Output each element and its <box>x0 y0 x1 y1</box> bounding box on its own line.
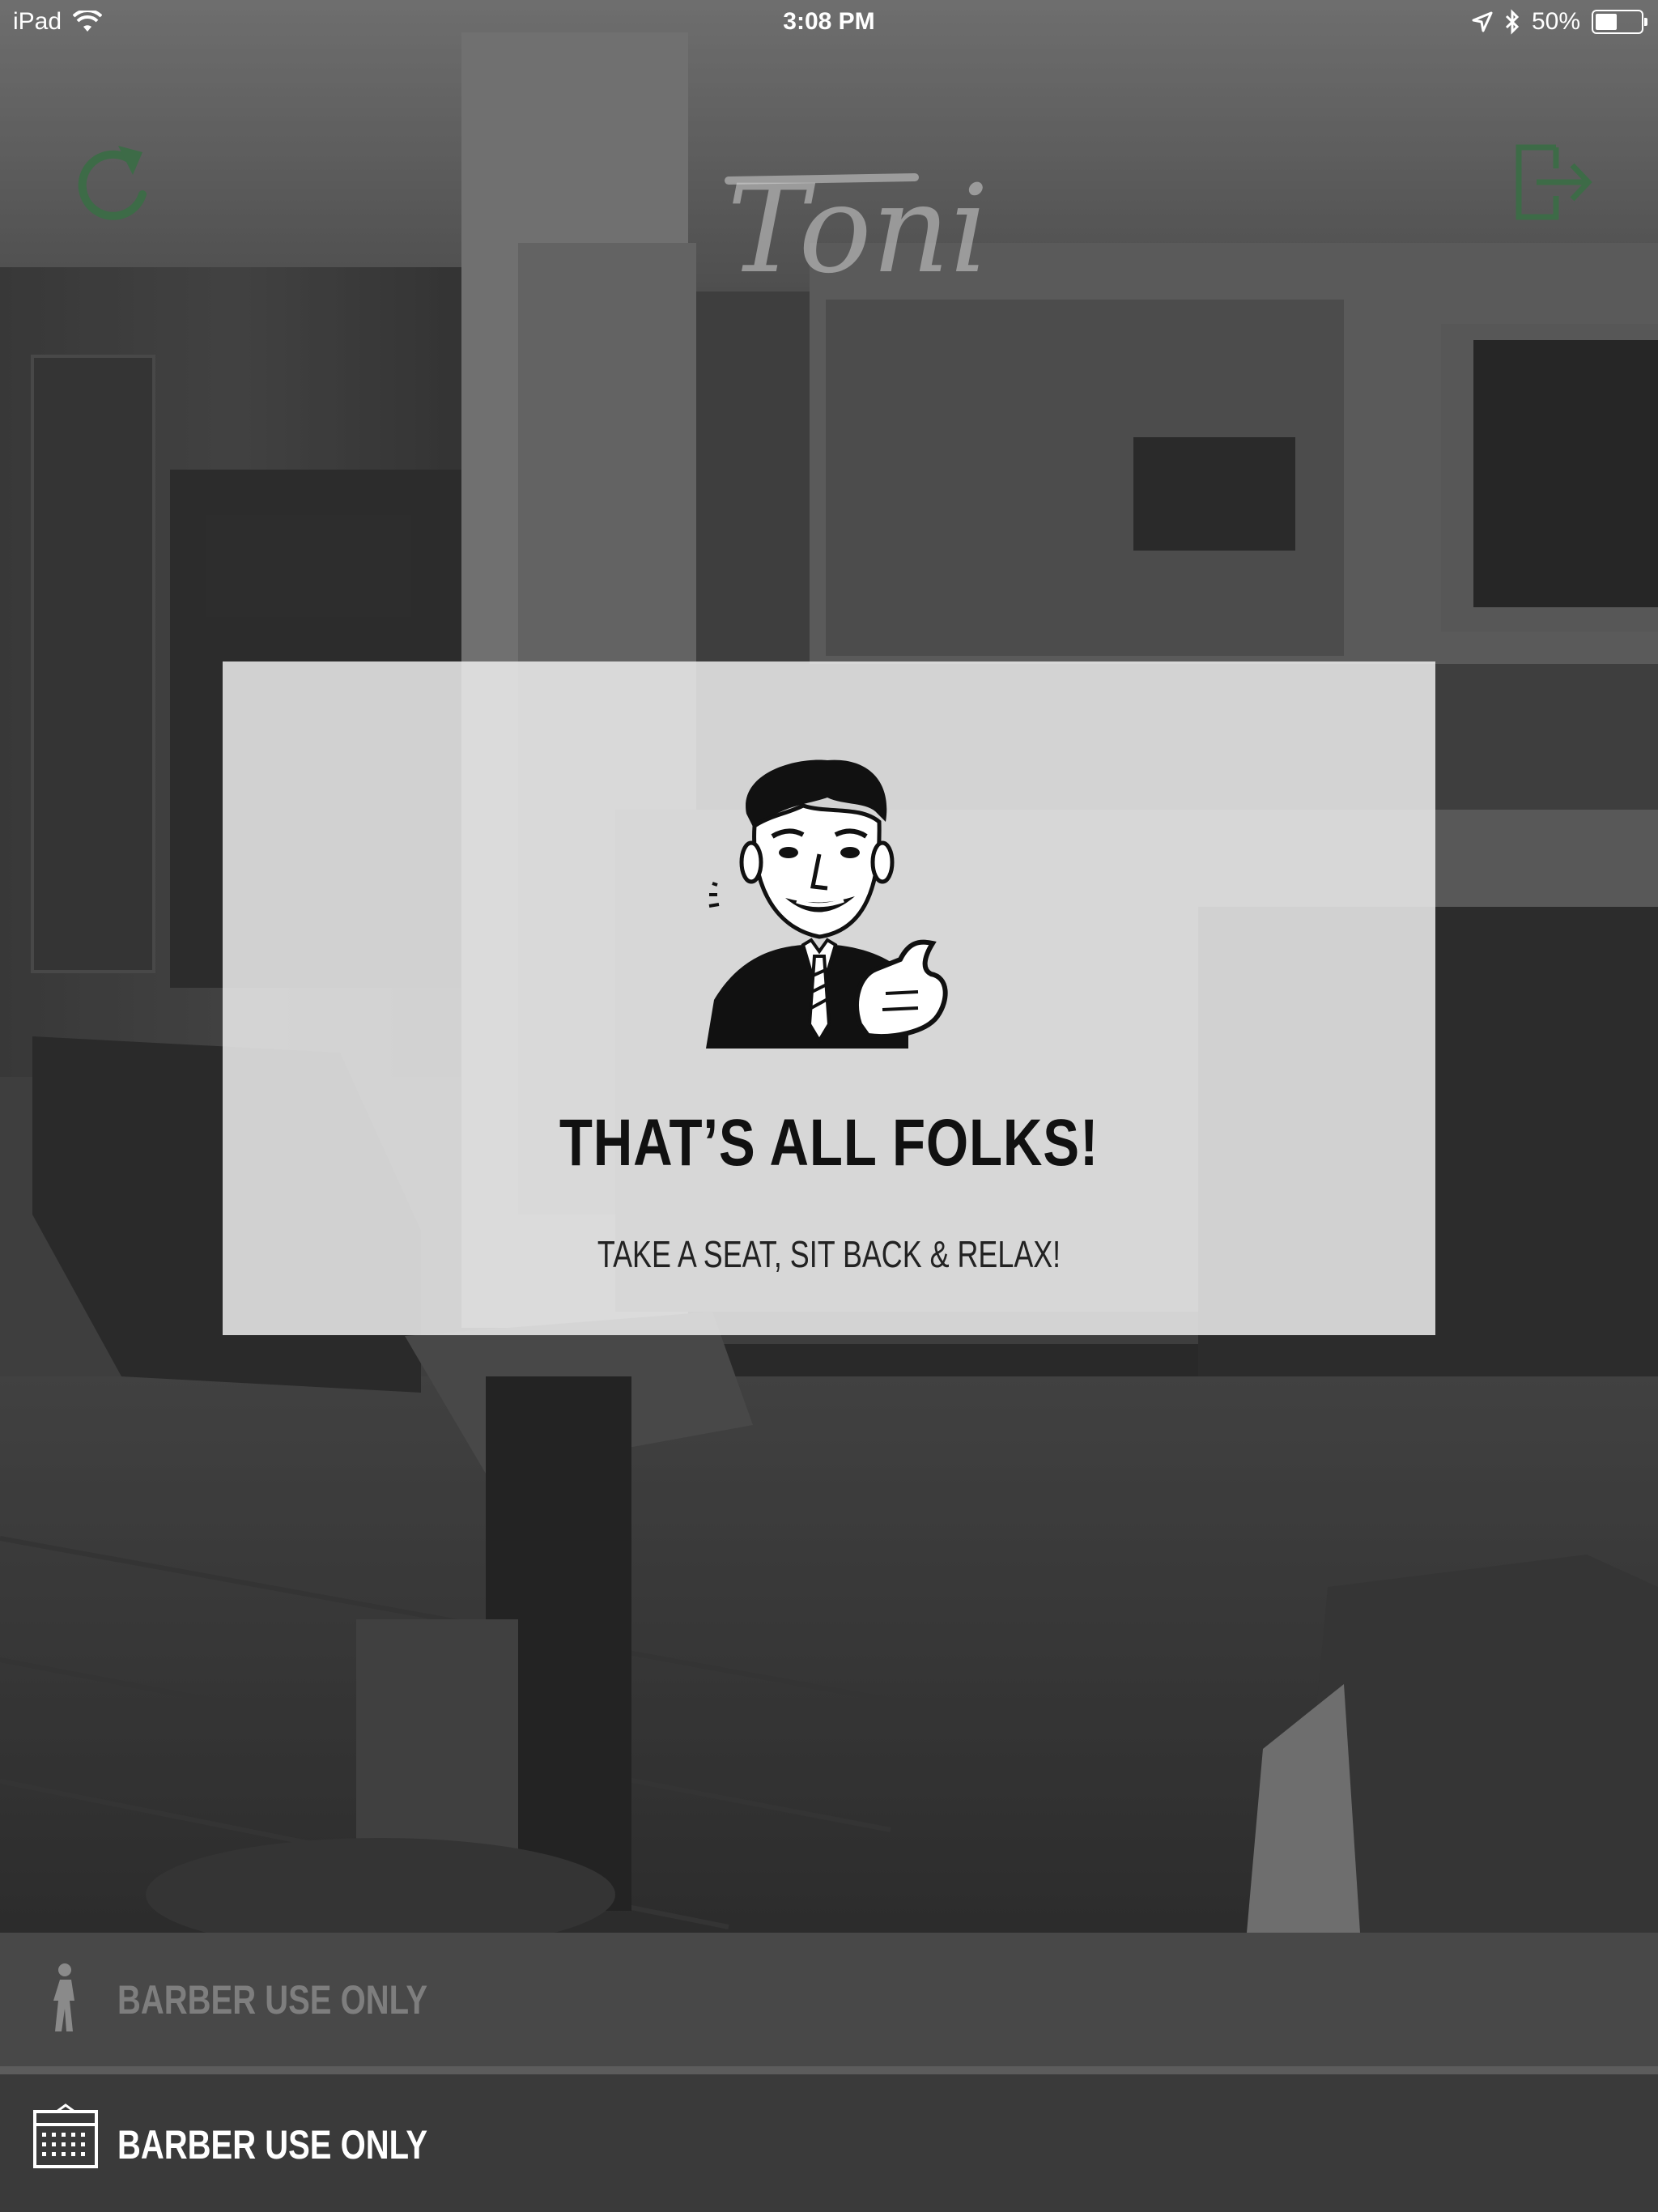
barber-use-only-label-1: BARBER USE ONLY <box>117 1977 428 2023</box>
status-time: 3:08 PM <box>783 8 875 35</box>
completion-dialog: THAT’S ALL FOLKS! TAKE A SEAT, SIT BACK … <box>223 661 1435 1335</box>
barber-use-only-label-2: BARBER USE ONLY <box>117 2122 428 2167</box>
refresh-icon[interactable] <box>68 138 157 227</box>
logout-icon[interactable] <box>1507 138 1596 227</box>
status-bar: iPad 3:08 PM 50% <box>0 0 1658 45</box>
calendar-icon <box>33 2104 98 2168</box>
dialog-title: THAT’S ALL FOLKS! <box>559 1106 1099 1180</box>
battery-icon <box>1592 10 1647 34</box>
tonic-logo: Tonic <box>725 160 988 300</box>
barber-appointments-bar[interactable]: BARBER USE ONLY <box>0 2074 1658 2212</box>
dialog-subtitle: TAKE A SEAT, SIT BACK & RELAX! <box>597 1233 1061 1275</box>
bar-divider <box>0 2066 1658 2074</box>
retro-man-thumbs-up-icon <box>706 759 948 1049</box>
logo-text: Tonic <box>727 160 988 300</box>
location-arrow-icon <box>1472 11 1493 32</box>
barber-walkin-bar[interactable]: BARBER USE ONLY <box>0 1933 1658 2066</box>
status-right: 50% <box>1472 8 1647 36</box>
bluetooth-icon <box>1505 9 1520 35</box>
battery-percent: 50% <box>1531 8 1580 35</box>
walking-person-icon <box>53 1963 74 2031</box>
